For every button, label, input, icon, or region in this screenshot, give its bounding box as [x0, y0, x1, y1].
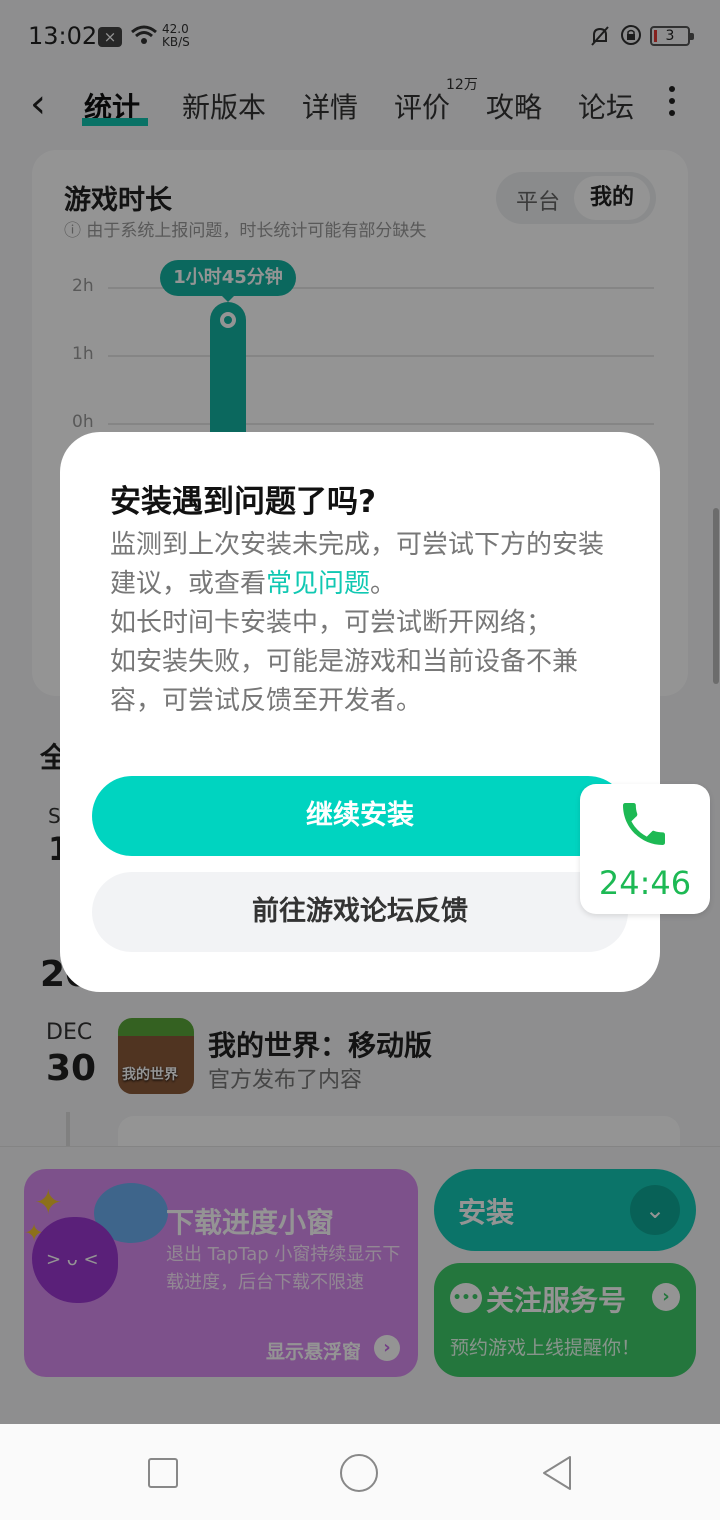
continue-install-button[interactable]: 继续安装	[92, 776, 628, 856]
call-duration: 24:46	[598, 864, 692, 902]
home-icon[interactable]	[340, 1454, 378, 1492]
faq-link[interactable]: 常见问题	[266, 569, 370, 599]
dialog-body: 监测到上次安装未完成，可尝试下方的安装建议，或查看常见问题。 如长时间卡安装中，…	[110, 526, 626, 721]
dialog-body-line2: 如长时间卡安装中，可尝试断开网络；	[110, 608, 553, 638]
phone-icon	[623, 803, 665, 845]
back-triangle-icon[interactable]	[540, 1454, 574, 1492]
install-problem-dialog: 安装遇到问题了吗? 监测到上次安装未完成，可尝试下方的安装建议，或查看常见问题。…	[60, 432, 660, 992]
dialog-title: 安装遇到问题了吗?	[110, 484, 376, 520]
recents-icon[interactable]	[148, 1458, 178, 1488]
dialog-body-punct: 。	[370, 569, 397, 599]
system-nav-bar	[0, 1424, 720, 1520]
dialog-body-line3: 如安装失败，可能是游戏和当前设备不兼容，可尝试反馈至开发者。	[110, 647, 579, 716]
ongoing-call-widget[interactable]: 24:46	[580, 784, 710, 914]
forum-feedback-button[interactable]: 前往游戏论坛反馈	[92, 872, 628, 952]
